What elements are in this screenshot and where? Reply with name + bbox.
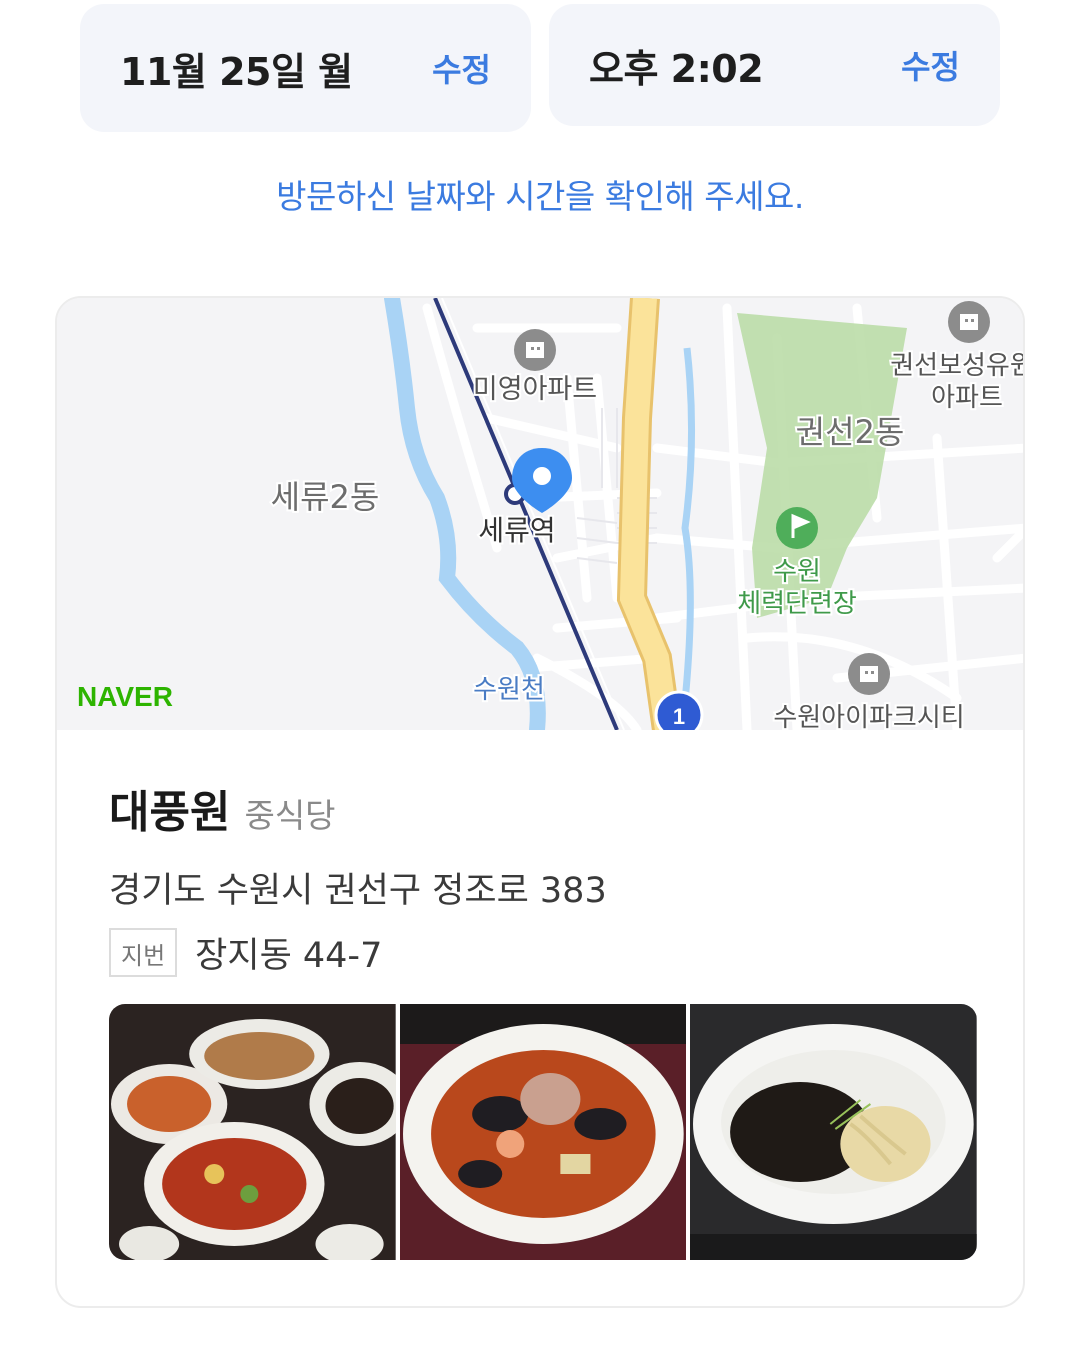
golf-icon <box>776 507 818 549</box>
map-label-seryu2dong: 세류2동 <box>271 478 380 516</box>
dish-platter-photo[interactable] <box>109 1004 396 1260</box>
lot-address: 장지동 44-7 <box>195 936 383 976</box>
apartment-icon <box>848 653 890 695</box>
naver-logo: NAVER <box>77 681 173 712</box>
map-label-suwon: 수원 <box>773 557 821 587</box>
apartment-icon <box>948 301 990 343</box>
map-label-suwoncheon: 수원천 <box>473 675 545 705</box>
route-number: 1 <box>673 704 685 729</box>
visit-notice: 방문하신 날짜와 시간을 확인해 주세요. <box>276 177 804 216</box>
jajangmyeon-photo[interactable] <box>690 1004 977 1260</box>
place-address: 경기도 수원시 권선구 정조로 383 <box>109 871 607 911</box>
edit-time-button[interactable]: 수정 <box>901 42 960 88</box>
place-name[interactable]: 대풍원 <box>109 776 230 840</box>
place-card[interactable]: 1 미영아파트 세류2동 세류역 권선2동 권선보성유원 아파트 수원 체력단련… <box>55 296 1025 1308</box>
map-label-gwonseon2dong: 권선2동 <box>796 413 905 451</box>
visit-time-value: 오후 2:02 <box>589 46 764 91</box>
map-label-boseong-line2: 아파트 <box>931 383 1003 413</box>
map-label-boseong-line1: 권선보성유원 <box>890 351 1025 381</box>
photo-strip <box>109 1004 977 1260</box>
visit-time-field: 오후 2:02 수정 <box>549 4 1000 126</box>
map-label-ipark: 수원아이파크시티 <box>773 703 964 730</box>
location-map[interactable]: 1 미영아파트 세류2동 세류역 권선2동 권선보성유원 아파트 수원 체력단련… <box>57 298 1025 730</box>
place-info: 대풍원 중식당 경기도 수원시 권선구 정조로 383 지번 장지동 44-7 <box>109 776 989 978</box>
visit-date-field: 11월 25일 월 수정 <box>80 4 531 132</box>
apartment-icon <box>514 329 556 371</box>
place-category: 중식당 <box>244 796 336 835</box>
lot-address-badge: 지번 <box>109 928 178 977</box>
visit-date-value: 11월 25일 월 <box>120 49 353 94</box>
edit-date-button[interactable]: 수정 <box>432 45 491 91</box>
route-shield-icon: 1 <box>654 690 704 730</box>
map-label-miyoung: 미영아파트 <box>473 374 597 405</box>
map-label-fitness-center: 체력단련장 <box>737 589 857 619</box>
map-label-seryu-station: 세류역 <box>478 514 555 547</box>
seafood-jjamppong-photo[interactable] <box>399 1004 687 1260</box>
